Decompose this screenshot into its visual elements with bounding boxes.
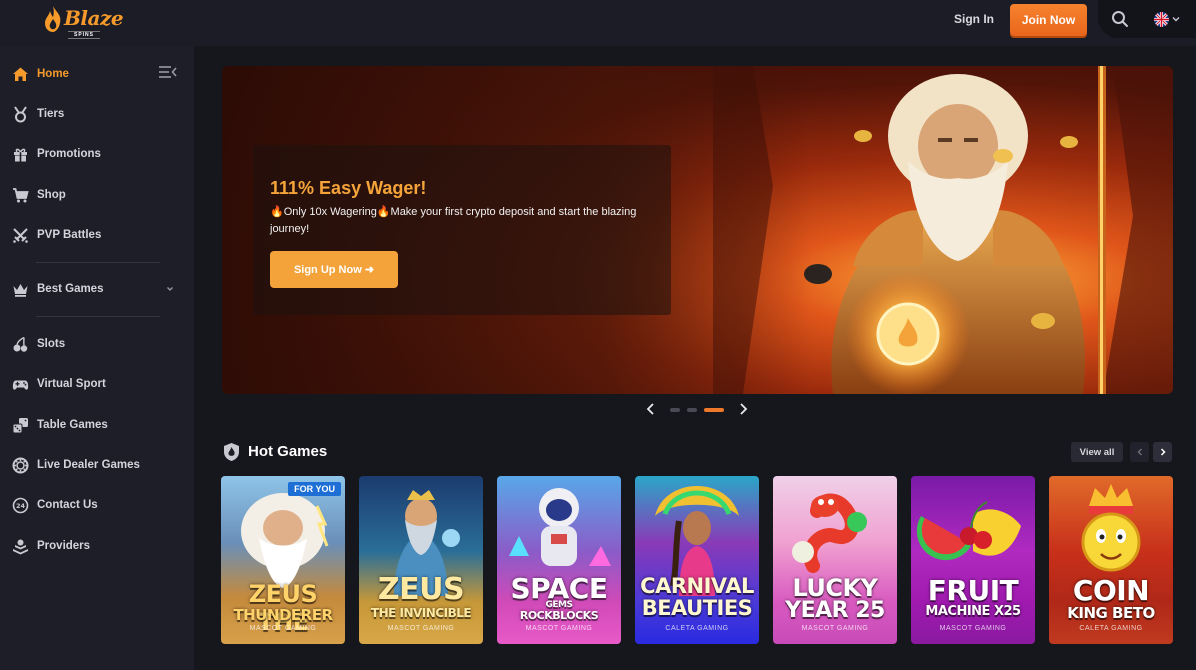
sidebar-item-label: Contact Us bbox=[37, 499, 98, 511]
view-all-button[interactable]: View all bbox=[1071, 442, 1123, 462]
flame-logo-icon bbox=[45, 6, 61, 32]
sidebar-item-shop[interactable]: Shop bbox=[12, 184, 66, 206]
logo-subtitle: SPINS bbox=[68, 31, 101, 39]
sidebar-item-providers[interactable]: Providers bbox=[12, 535, 90, 557]
game-card-space-gems-rockblocks[interactable]: SPACE GEMS ROCKBLOCKS MASCOT GAMING bbox=[497, 476, 621, 644]
providers-icon bbox=[12, 538, 29, 555]
gift-icon bbox=[12, 146, 29, 163]
banner-description: 🔥Only 10x Wagering🔥Make your first crypt… bbox=[270, 206, 637, 235]
sidebar-item-label: Table Games bbox=[37, 419, 108, 431]
game-title: ZEUS bbox=[377, 572, 465, 607]
game-card-zeus-the-invincible[interactable]: ZEUS THE INVINCIBLE MASCOT GAMING bbox=[359, 476, 483, 644]
carousel-dot[interactable] bbox=[670, 408, 680, 412]
chevron-down-icon[interactable] bbox=[165, 284, 175, 294]
sidebar-item-label: Tiers bbox=[37, 108, 65, 120]
sidebar-item-contact-us[interactable]: 24 Contact Us bbox=[12, 494, 98, 516]
sidebar-item-label: Promotions bbox=[37, 148, 101, 160]
game-title: CARNIVAL bbox=[640, 574, 754, 598]
sidebar-item-label: Providers bbox=[37, 540, 91, 552]
promo-banner[interactable]: 111% Easy Wager! 🔥Only 10x Wagering🔥Make… bbox=[222, 66, 1173, 394]
svg-text:24: 24 bbox=[16, 502, 26, 510]
game-card-lucky-year-25[interactable]: LUCKY YEAR 25 MASCOT GAMING bbox=[773, 476, 897, 644]
sidebar-divider bbox=[36, 262, 160, 263]
game-provider: MASCOT GAMING bbox=[525, 625, 593, 632]
chevron-left-icon bbox=[1136, 448, 1142, 456]
chevron-right-icon bbox=[1160, 448, 1166, 456]
game-subtitle: MACHINE X25 bbox=[925, 604, 1021, 619]
collapse-sidebar-icon[interactable] bbox=[158, 64, 178, 80]
search-icon[interactable] bbox=[1111, 10, 1129, 28]
game-subtitle: YEAR 25 bbox=[785, 598, 885, 623]
sidebar-item-label: Live Dealer Games bbox=[37, 459, 140, 471]
join-now-button[interactable]: Join Now bbox=[1010, 4, 1087, 36]
sidebar-item-promotions[interactable]: Promotions bbox=[12, 143, 101, 165]
game-subtitle: KING BETO bbox=[1067, 604, 1155, 622]
sidebar-divider bbox=[36, 316, 160, 317]
cart-icon bbox=[12, 187, 29, 204]
game-provider: MASCOT GAMING bbox=[939, 625, 1007, 632]
sidebar-item-live-dealer-games[interactable]: Live Dealer Games bbox=[12, 454, 140, 476]
game-provider: CALETA GAMING bbox=[1079, 625, 1143, 632]
gamepad-icon bbox=[12, 376, 29, 393]
game-title: FRUIT bbox=[927, 574, 1019, 607]
sign-in-link[interactable]: Sign In bbox=[954, 12, 994, 26]
sidebar-item-table-games[interactable]: Table Games bbox=[12, 414, 108, 436]
flame-shield-icon bbox=[224, 443, 239, 461]
sidebar-item-label: Virtual Sport bbox=[37, 378, 106, 390]
game-title: COIN bbox=[1072, 574, 1150, 607]
top-bar: Blaze SPINS Sign In Join Now bbox=[0, 0, 1196, 46]
sidebar-item-virtual-sport[interactable]: Virtual Sport bbox=[12, 373, 106, 395]
sidebar-item-label: Shop bbox=[37, 189, 66, 201]
logo[interactable]: Blaze SPINS bbox=[42, 4, 124, 39]
sidebar-item-best-games[interactable]: Best Games bbox=[12, 278, 103, 300]
chevron-down-icon[interactable] bbox=[1171, 14, 1181, 24]
hot-games-prev-button[interactable] bbox=[1130, 442, 1149, 462]
game-provider: MASCOT GAMING bbox=[249, 625, 317, 632]
sidebar bbox=[0, 46, 194, 670]
game-provider: CALETA GAMING bbox=[665, 625, 729, 632]
sidebar-item-label: Home bbox=[37, 68, 69, 80]
game-subtitle: THE INVINCIBLE bbox=[370, 606, 472, 620]
game-subtitle: BEAUTIES bbox=[641, 596, 753, 620]
cherries-icon bbox=[12, 336, 29, 353]
sign-up-now-button[interactable]: Sign Up Now ➜ bbox=[270, 251, 398, 288]
home-icon bbox=[12, 66, 29, 83]
sidebar-item-label: Best Games bbox=[37, 283, 104, 295]
banner-title: 111% Easy Wager! bbox=[270, 178, 427, 198]
sidebar-item-pvp-battles[interactable]: PVP Battles bbox=[12, 224, 101, 246]
carousel-dot[interactable] bbox=[687, 408, 697, 412]
for-you-badge: FOR YOU bbox=[288, 482, 341, 496]
logo-wordmark: Blaze bbox=[64, 6, 124, 30]
swords-icon bbox=[12, 227, 29, 244]
support-24-icon: 24 bbox=[12, 497, 29, 514]
game-card-carnival-beauties[interactable]: CARNIVAL BEAUTIES CALETA GAMING bbox=[635, 476, 759, 644]
sidebar-item-home[interactable]: Home bbox=[12, 63, 69, 85]
crown-icon bbox=[12, 281, 29, 298]
carousel-dot-active[interactable] bbox=[704, 408, 724, 412]
sidebar-item-tiers[interactable]: Tiers bbox=[12, 103, 64, 125]
game-card-zeus-the-thunderer[interactable]: FOR YOU ZEUS THE THUNDERER MASCOT GAMING bbox=[221, 476, 345, 644]
game-card-coin-king-beto[interactable]: COIN KING BETO CALETA GAMING bbox=[1049, 476, 1173, 644]
uk-flag-icon[interactable] bbox=[1154, 12, 1169, 27]
hot-games-title: Hot Games bbox=[248, 443, 328, 460]
chip-icon bbox=[12, 457, 29, 474]
game-subtitle-2: ROCKBLOCKS bbox=[519, 609, 599, 622]
sidebar-item-label: PVP Battles bbox=[37, 229, 102, 241]
sidebar-item-slots[interactable]: Slots bbox=[12, 333, 65, 355]
chevron-left-icon[interactable] bbox=[645, 402, 657, 416]
hot-games-next-button[interactable] bbox=[1153, 442, 1172, 462]
game-subtitle: THUNDERER bbox=[233, 606, 333, 624]
chevron-right-icon[interactable] bbox=[737, 402, 749, 416]
game-provider: MASCOT GAMING bbox=[387, 625, 455, 632]
game-provider: MASCOT GAMING bbox=[801, 625, 869, 632]
game-card-fruit-machine-x25[interactable]: FRUIT MACHINE X25 MASCOT GAMING bbox=[911, 476, 1035, 644]
sidebar-item-label: Slots bbox=[37, 338, 66, 350]
dice-icon bbox=[12, 417, 29, 434]
medal-icon bbox=[12, 105, 29, 123]
